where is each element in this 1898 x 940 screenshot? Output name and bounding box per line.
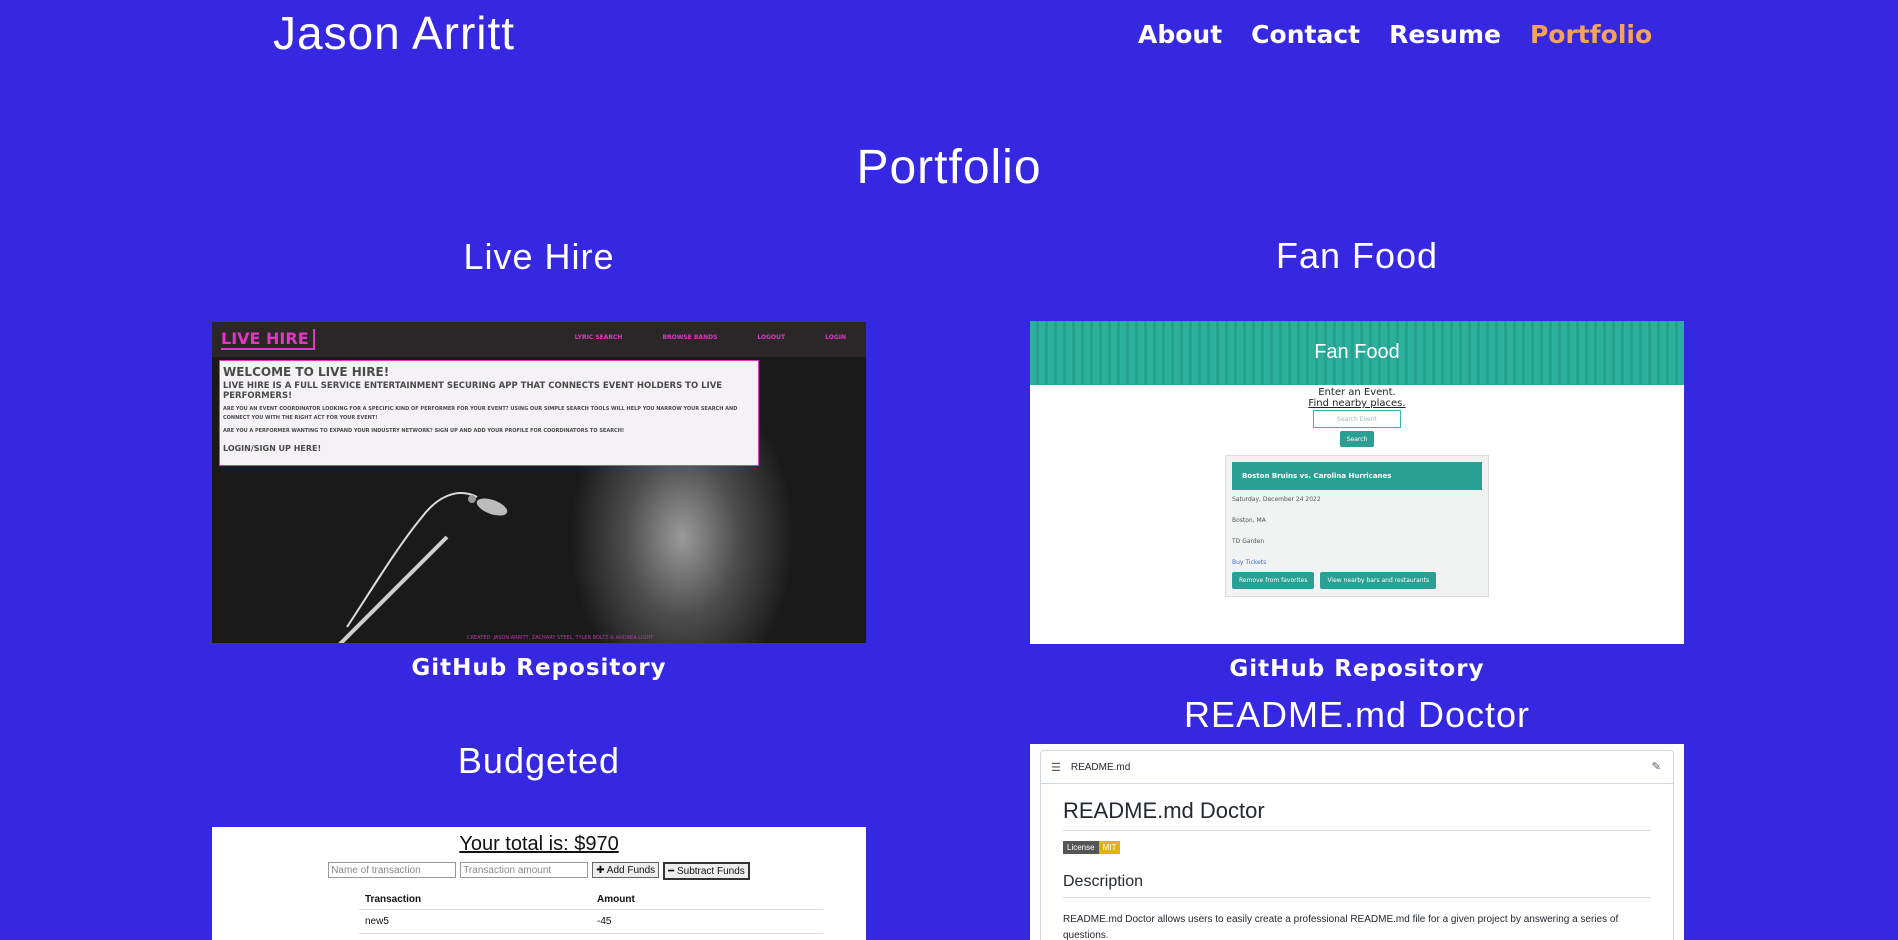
budgeted-total: Your total is: $970	[459, 833, 619, 855]
pencil-icon: ✎	[1651, 761, 1661, 773]
fan-food-event-venue: TD Garden	[1232, 538, 1265, 545]
nav-about[interactable]: About	[1138, 20, 1222, 49]
nav-portfolio[interactable]: Portfolio	[1530, 20, 1652, 49]
nav-resume[interactable]: Resume	[1389, 20, 1501, 49]
project-title-readme-doctor: README.md Doctor	[1183, 694, 1531, 735]
fan-food-event-city: Boston, MA	[1232, 517, 1266, 524]
fan-food-remove-button: Remove from favorites	[1232, 572, 1315, 589]
fan-food-event-date: Saturday, December 24 2022	[1232, 496, 1321, 503]
site-title[interactable]: Jason Arritt	[273, 6, 515, 60]
page-title: Portfolio	[856, 141, 1042, 194]
fan-food-banner-title: Fan Food	[1314, 341, 1400, 363]
live-hire-footer: CREATED: JASON ARRITT, ZACHARY STEEL, TY…	[467, 635, 654, 641]
budgeted-col-transaction: Transaction	[359, 890, 591, 910]
live-hire-subheading: LIVE HIRE IS A FULL SERVICE ENTERTAINMEN…	[223, 381, 723, 401]
live-hire-paragraph: ARE YOU AN EVENT COORDINATOR LOOKING FOR…	[223, 406, 738, 421]
license-badge: License MIT	[1063, 841, 1121, 854]
live-hire-paragraph: ARE YOU A PERFORMER WANTING TO EXPAND YO…	[223, 428, 625, 434]
fan-food-screenshot[interactable]: Fan Food Enter an Event. Find nearby pla…	[1030, 321, 1684, 644]
table-row: new5 -45	[359, 909, 823, 934]
live-hire-logo: LIVE HIRE	[221, 329, 315, 350]
budgeted-add-button: ✚ Add Funds	[592, 862, 660, 878]
fan-food-nearby-button: View nearby bars and restaurants	[1320, 572, 1437, 589]
live-hire-repo-link[interactable]: GitHub Repository	[212, 655, 866, 681]
project-title-live-hire: Live Hire	[463, 236, 615, 277]
readme-frame: ☰ README.md ✎ README.md Doctor License M…	[1040, 750, 1674, 940]
fan-food-banner: Fan Food	[1030, 321, 1684, 385]
budgeted-screenshot[interactable]: Your total is: $970 Name of transaction …	[212, 827, 866, 940]
live-hire-cta: LOGIN/SIGN UP HERE!	[223, 444, 322, 453]
readme-doctor-screenshot[interactable]: ☰ README.md ✎ README.md Doctor License M…	[1030, 744, 1684, 940]
fan-food-find-text: Find nearby places.	[1308, 398, 1406, 409]
live-hire-nav-item: LOGOUT	[757, 334, 786, 341]
fan-food-event-name: Boston Bruins vs. Carolina Hurricanes	[1232, 462, 1482, 490]
nav-contact[interactable]: Contact	[1251, 20, 1360, 49]
budgeted-subtract-button: ━ Subtract Funds	[663, 862, 750, 880]
list-icon: ☰	[1051, 761, 1061, 774]
project-title-budgeted: Budgeted	[457, 740, 621, 781]
budgeted-name-input: Name of transaction	[328, 862, 457, 878]
microphone-icon	[338, 492, 508, 643]
readme-file-bar: ☰ README.md ✎	[1041, 751, 1673, 784]
live-hire-nav-item: LYRIC SEARCH	[574, 334, 623, 341]
fan-food-event-card: Boston Bruins vs. Carolina Hurricanes Sa…	[1225, 455, 1489, 597]
budgeted-row-name: new5	[359, 909, 591, 934]
readme-description: README.md Doctor allows users to easily …	[1063, 914, 1619, 940]
live-hire-welcome-box: WELCOME TO LIVE HIRE! LIVE HIRE IS A FUL…	[219, 360, 759, 466]
fan-food-search-input: Search Event	[1313, 410, 1401, 428]
budgeted-row-amount: -45	[591, 909, 823, 934]
fan-food-enter-text: Enter an Event.	[1318, 387, 1396, 398]
fan-food-search-button: Search	[1340, 431, 1374, 447]
budgeted-table: Transaction Amount new5 -45	[359, 890, 823, 934]
readme-file-name: README.md	[1070, 761, 1131, 773]
budgeted-col-amount: Amount	[591, 890, 823, 910]
live-hire-navbar: LIVE HIRE LYRIC SEARCH BROWSE BANDS LOGO…	[212, 322, 866, 357]
license-badge-label: License	[1063, 841, 1099, 854]
live-hire-heading: WELCOME TO LIVE HIRE!	[223, 365, 390, 379]
live-hire-screenshot[interactable]: LIVE HIRE LYRIC SEARCH BROWSE BANDS LOGO…	[212, 322, 866, 643]
project-title-fan-food: Fan Food	[1275, 235, 1439, 276]
main-nav: About Contact Resume Portfolio	[1138, 20, 1681, 49]
live-hire-nav-item: BROWSE BANDS	[662, 334, 718, 341]
budgeted-amount-input: Transaction amount	[460, 862, 589, 878]
fan-food-buy-link: Buy Tickets	[1232, 559, 1267, 566]
live-hire-nav-item: LOGIN	[825, 334, 846, 341]
readme-heading: README.md Doctor	[1063, 798, 1651, 831]
license-badge-value: MIT	[1098, 841, 1121, 854]
fan-food-repo-link[interactable]: GitHub Repository	[1030, 656, 1684, 682]
readme-description-heading: Description	[1063, 873, 1651, 898]
